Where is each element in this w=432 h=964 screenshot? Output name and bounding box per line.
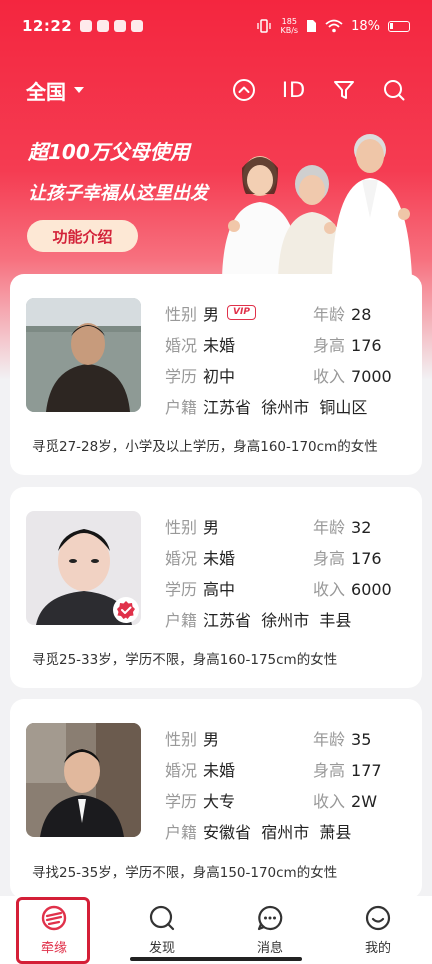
status-right: 185 KB/s 18% bbox=[256, 17, 410, 35]
profile-card[interactable]: 性别 男 年龄 35 婚况 未婚 身高 177 学历 大专 收入 2W 户籍 安徽省 … bbox=[10, 699, 422, 899]
tab-mine[interactable]: 我的 bbox=[324, 896, 432, 964]
region-selector[interactable]: 全国 bbox=[26, 76, 84, 105]
height-value: 176 bbox=[351, 548, 382, 568]
gender-label: 性别 bbox=[165, 729, 198, 749]
banner-family-illustration bbox=[222, 134, 412, 278]
profile-info: 性别 男 VIP 年龄 28 婚况 未婚 身高 176 学历 初中 收入 7000 户… bbox=[165, 297, 415, 421]
notification-icons bbox=[80, 20, 144, 32]
income-label: 收入 bbox=[313, 366, 346, 386]
hukou-label: 户籍 bbox=[165, 610, 198, 630]
gender-label: 性别 bbox=[165, 304, 198, 324]
gender-value: 男 bbox=[203, 304, 220, 324]
education-value: 初中 bbox=[203, 366, 236, 386]
sim-icon bbox=[307, 20, 317, 32]
height-label: 身高 bbox=[313, 548, 346, 568]
education-label: 学历 bbox=[165, 366, 198, 386]
marital-label: 婚况 bbox=[165, 760, 198, 780]
vip-badge: VIP bbox=[227, 305, 256, 320]
network-speed-value: 185 bbox=[281, 17, 297, 26]
profile-photo bbox=[26, 723, 141, 837]
top-action-icons: ID bbox=[232, 78, 406, 102]
marital-label: 婚况 bbox=[165, 335, 198, 355]
income-value: 6000 bbox=[351, 579, 392, 599]
profile-info: 性别 男 年龄 35 婚况 未婚 身高 177 学历 大专 收入 2W 户籍 安徽省 … bbox=[165, 722, 415, 846]
profile-info: 性别 男 年龄 32 婚况 未婚 身高 176 学历 高中 收入 6000 户籍 江苏… bbox=[165, 510, 415, 634]
mail-notification-icon bbox=[114, 20, 127, 32]
app-notification-icon bbox=[131, 20, 144, 32]
age-label: 年龄 bbox=[313, 517, 346, 537]
hukou-value: 江苏省 徐州市 铜山区 bbox=[203, 397, 368, 417]
status-bar: 12:22 185 KB/s 18% bbox=[0, 0, 432, 52]
app-notification-icon bbox=[97, 20, 110, 32]
caret-down-icon bbox=[74, 87, 84, 93]
profile-photo bbox=[26, 511, 141, 625]
height-value: 177 bbox=[351, 760, 382, 780]
marital-value: 未婚 bbox=[203, 760, 236, 780]
education-label: 学历 bbox=[165, 791, 198, 811]
age-value: 28 bbox=[351, 304, 372, 324]
marital-value: 未婚 bbox=[203, 335, 236, 355]
seeking-criteria: 寻觅25-33岁，学历不限，身高160-175cm的女性 bbox=[32, 652, 338, 668]
id-search-button[interactable]: ID bbox=[282, 78, 306, 102]
network-speed-unit: KB/s bbox=[280, 26, 299, 35]
search-icon[interactable] bbox=[382, 78, 406, 102]
verified-badge-icon bbox=[113, 597, 139, 623]
gender-label: 性别 bbox=[165, 517, 198, 537]
profile-photo bbox=[26, 298, 141, 412]
home-indicator bbox=[130, 957, 302, 961]
height-label: 身高 bbox=[313, 335, 346, 355]
hukou-label: 户籍 bbox=[165, 822, 198, 842]
income-label: 收入 bbox=[313, 791, 346, 811]
age-label: 年龄 bbox=[313, 729, 346, 749]
education-label: 学历 bbox=[165, 579, 198, 599]
tab-label: 我的 bbox=[364, 940, 391, 956]
height-label: 身高 bbox=[313, 760, 346, 780]
hukou-label: 户籍 bbox=[165, 397, 198, 417]
tab-label: 消息 bbox=[256, 940, 283, 956]
filter-icon[interactable] bbox=[332, 78, 356, 102]
income-value: 2W bbox=[351, 791, 378, 811]
network-speed: 185 KB/s bbox=[280, 17, 298, 35]
wifi-icon bbox=[325, 19, 343, 33]
tab-label: 发现 bbox=[148, 940, 175, 956]
gender-value: 男 bbox=[203, 729, 220, 749]
income-label: 收入 bbox=[313, 579, 346, 599]
marital-label: 婚况 bbox=[165, 548, 198, 568]
banner-subline: 让孩子幸福从这里出发 bbox=[28, 183, 208, 204]
hukou-value: 安徽省 宿州市 萧县 bbox=[203, 822, 352, 842]
banner-headline: 超100万父母使用 bbox=[28, 140, 190, 164]
education-value: 大专 bbox=[203, 791, 236, 811]
profile-card[interactable]: 性别 男 VIP 年龄 28 婚况 未婚 身高 176 学历 初中 收入 7000 户… bbox=[10, 274, 422, 475]
age-value: 32 bbox=[351, 517, 372, 537]
education-value: 高中 bbox=[203, 579, 236, 599]
app-notification-icon bbox=[80, 20, 93, 32]
hukou-value: 江苏省 徐州市 丰县 bbox=[203, 610, 352, 630]
marital-value: 未婚 bbox=[203, 548, 236, 568]
region-label: 全国 bbox=[26, 79, 66, 104]
battery-percent: 18% bbox=[351, 18, 380, 34]
banner-text: 超100万父母使用 让孩子幸福从这里出发 bbox=[28, 136, 208, 205]
active-tab-highlight bbox=[16, 897, 90, 964]
message-icon bbox=[257, 905, 283, 930]
discover-icon bbox=[149, 905, 175, 930]
gender-value: 男 bbox=[203, 517, 220, 537]
seeking-criteria: 寻觅27-28岁，小学及以上学历，身高160-170cm的女性 bbox=[32, 439, 378, 455]
collapse-up-icon[interactable] bbox=[232, 78, 256, 102]
profile-smile-icon bbox=[365, 905, 391, 930]
vibrate-icon bbox=[257, 19, 272, 33]
battery-icon bbox=[388, 20, 410, 32]
feature-intro-button[interactable]: 功能介绍 bbox=[27, 220, 138, 252]
top-navigation: 全国 ID bbox=[0, 70, 432, 110]
age-value: 35 bbox=[351, 729, 372, 749]
height-value: 176 bbox=[351, 335, 382, 355]
tab-discover[interactable]: 发现 bbox=[108, 896, 216, 964]
status-time: 12:22 bbox=[22, 17, 73, 35]
seeking-criteria: 寻找25-35岁，学历不限，身高150-170cm的女性 bbox=[32, 865, 338, 881]
income-value: 7000 bbox=[351, 366, 392, 386]
tab-messages[interactable]: 消息 bbox=[216, 896, 324, 964]
profile-card[interactable]: 性别 男 年龄 32 婚况 未婚 身高 176 学历 高中 收入 6000 户籍 江苏… bbox=[10, 487, 422, 688]
age-label: 年龄 bbox=[313, 304, 346, 324]
